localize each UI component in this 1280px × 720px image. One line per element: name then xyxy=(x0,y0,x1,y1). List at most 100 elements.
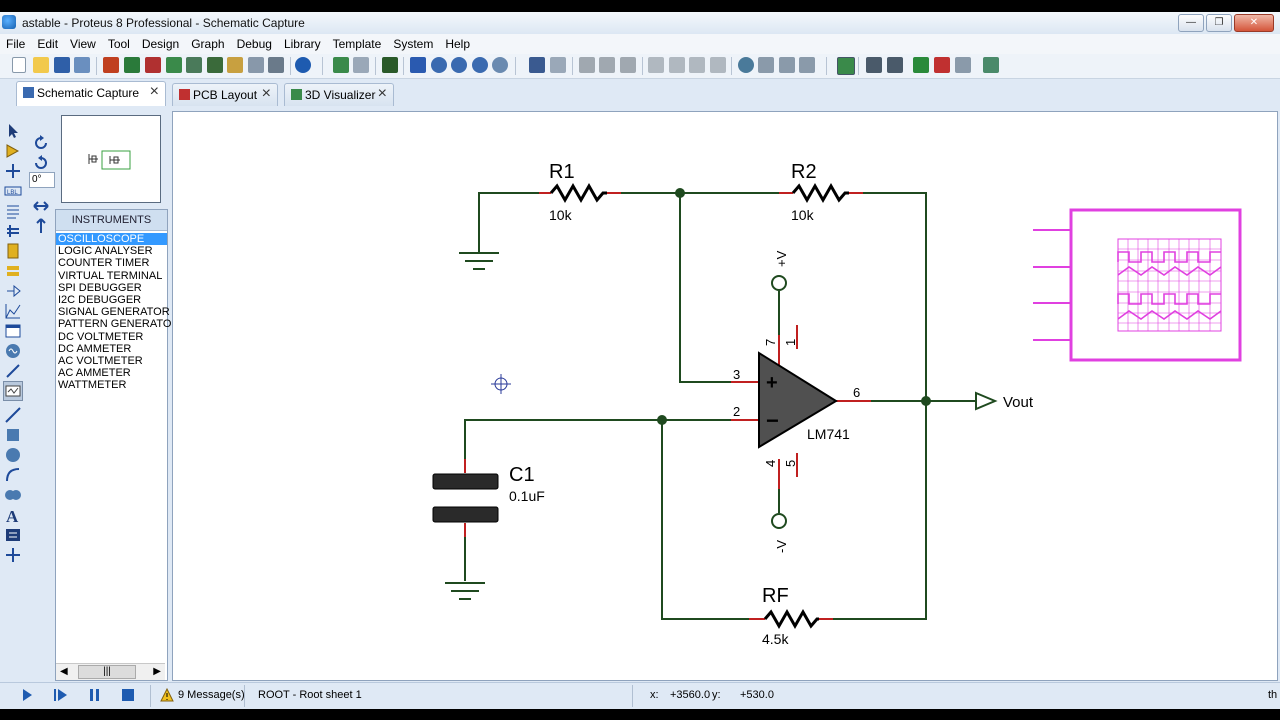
virtual-instruments-icon[interactable] xyxy=(3,381,23,401)
3d-icon[interactable] xyxy=(166,57,182,73)
tab-3d-visualizer[interactable]: 3D Visualizer × xyxy=(284,83,394,106)
mirror-horizontal-icon[interactable] xyxy=(32,197,50,215)
refresh-icon[interactable] xyxy=(333,57,349,73)
property-assign-icon[interactable] xyxy=(887,57,903,73)
zoom-out-icon[interactable] xyxy=(451,57,467,73)
tab-pcb-layout[interactable]: PCB Layout × xyxy=(172,83,278,106)
list-item[interactable]: SIGNAL GENERATOR xyxy=(56,306,170,318)
close-tab-icon[interactable]: × xyxy=(378,85,387,103)
scroll-thumb[interactable]: ||| xyxy=(78,665,136,679)
pause-button[interactable] xyxy=(88,688,102,705)
rotation-angle-field[interactable]: 0° xyxy=(29,172,55,188)
ground-symbol-top[interactable] xyxy=(459,252,499,270)
schematic-canvas[interactable]: R1 10k R2 10k RF 4.5k C1 0.1uF + − 3 2 6… xyxy=(172,111,1278,681)
pcb-icon[interactable] xyxy=(145,57,161,73)
redo-icon[interactable] xyxy=(550,57,566,73)
list-item[interactable]: AC VOLTMETER xyxy=(56,355,167,367)
path-tool-icon[interactable] xyxy=(4,486,22,504)
line-tool-icon[interactable] xyxy=(4,406,22,424)
close-button[interactable]: ✕ xyxy=(1234,14,1274,32)
scroll-left-icon[interactable]: ◀ xyxy=(60,666,68,677)
play-button[interactable] xyxy=(20,688,34,705)
overview-window[interactable] xyxy=(61,115,161,203)
block-copy-icon[interactable] xyxy=(648,57,664,73)
selection-mode-icon[interactable] xyxy=(4,122,22,140)
list-item[interactable]: VIRTUAL TERMINAL xyxy=(56,270,167,282)
design-explorer-icon[interactable] xyxy=(207,57,223,73)
grid-icon[interactable] xyxy=(353,57,369,73)
junction-dot-icon[interactable] xyxy=(4,162,22,180)
close-tab-icon[interactable]: × xyxy=(262,85,271,103)
menu-file[interactable]: File xyxy=(0,34,31,54)
horizontal-scrollbar[interactable]: ◀ ||| ▶ xyxy=(56,663,165,680)
list-item[interactable]: COUNTER TIMER xyxy=(56,257,167,269)
warning-icon[interactable] xyxy=(160,687,174,705)
search-tag-icon[interactable] xyxy=(866,57,882,73)
block-move-icon[interactable] xyxy=(669,57,685,73)
resistor-r2[interactable] xyxy=(791,182,849,204)
menu-system[interactable]: System xyxy=(387,34,439,54)
tape-recorder-icon[interactable] xyxy=(4,322,22,340)
restore-button[interactable]: ❐ xyxy=(1206,14,1232,32)
block-rotate-icon[interactable] xyxy=(689,57,705,73)
netlist-icon[interactable] xyxy=(983,57,999,73)
vplus-terminal[interactable] xyxy=(771,275,787,291)
menu-library[interactable]: Library xyxy=(278,34,327,54)
help-icon[interactable] xyxy=(295,57,311,73)
schematic-icon[interactable] xyxy=(124,57,140,73)
make-device-icon[interactable] xyxy=(758,57,774,73)
resistor-rf[interactable] xyxy=(763,608,819,630)
rotate-clockwise-icon[interactable] xyxy=(32,134,50,152)
decompose-icon[interactable] xyxy=(799,57,815,73)
stop-button[interactable] xyxy=(121,688,135,705)
exit-parent-icon[interactable] xyxy=(955,57,971,73)
close-tab-icon[interactable]: × xyxy=(150,83,159,101)
save-icon[interactable] xyxy=(54,57,70,73)
list-item[interactable]: AC AMMETER xyxy=(56,367,167,379)
menu-debug[interactable]: Debug xyxy=(231,34,278,54)
remove-sheet-icon[interactable] xyxy=(934,57,950,73)
list-item[interactable]: WATTMETER xyxy=(56,379,167,391)
new-sheet-icon[interactable] xyxy=(913,57,929,73)
symbol-tool-icon[interactable] xyxy=(4,526,22,544)
rotate-anticlockwise-icon[interactable] xyxy=(32,154,50,172)
menu-design[interactable]: Design xyxy=(136,34,185,54)
menu-help[interactable]: Help xyxy=(439,34,476,54)
menu-edit[interactable]: Edit xyxy=(31,34,64,54)
generator-mode-icon[interactable] xyxy=(4,342,22,360)
gerber-icon[interactable] xyxy=(186,57,202,73)
wire-autorouter-icon[interactable] xyxy=(837,57,855,75)
box-tool-icon[interactable] xyxy=(4,426,22,444)
graph-mode-icon[interactable] xyxy=(4,302,22,320)
zoom-in-icon[interactable] xyxy=(431,57,447,73)
open-folder-icon[interactable] xyxy=(33,57,49,73)
package-tool-icon[interactable] xyxy=(779,57,795,73)
list-item[interactable]: I2C DEBUGGER xyxy=(56,294,167,306)
home-icon[interactable] xyxy=(103,57,119,73)
wire-label-icon[interactable]: LBL xyxy=(4,182,22,200)
capacitor-c1[interactable] xyxy=(432,473,499,523)
pan-icon[interactable] xyxy=(410,57,426,73)
list-item[interactable]: LOGIC ANALYSER xyxy=(56,245,167,257)
zoom-area-icon[interactable] xyxy=(492,57,508,73)
undo-icon[interactable] xyxy=(529,57,545,73)
bom-icon[interactable] xyxy=(227,57,243,73)
component-mode-icon[interactable] xyxy=(4,142,22,160)
list-item[interactable]: SPI DEBUGGER xyxy=(56,282,167,294)
save-all-icon[interactable] xyxy=(74,57,90,73)
list-item[interactable]: PATTERN GENERATO xyxy=(56,318,171,330)
text-script-icon[interactable] xyxy=(4,202,22,220)
messages-count[interactable]: 9 Message(s) xyxy=(178,689,245,701)
vout-terminal[interactable] xyxy=(975,391,998,411)
menu-view[interactable]: View xyxy=(64,34,102,54)
vminus-terminal[interactable] xyxy=(771,513,787,529)
new-file-icon[interactable] xyxy=(12,57,26,73)
menu-tool[interactable]: Tool xyxy=(102,34,136,54)
marker-tool-icon[interactable] xyxy=(4,546,22,564)
document-icon[interactable] xyxy=(268,57,284,73)
mirror-vertical-icon[interactable] xyxy=(32,217,50,235)
copy-icon[interactable] xyxy=(599,57,615,73)
paste-icon[interactable] xyxy=(620,57,636,73)
pick-device-icon[interactable] xyxy=(738,57,754,73)
probe-mode-icon[interactable] xyxy=(4,362,22,380)
